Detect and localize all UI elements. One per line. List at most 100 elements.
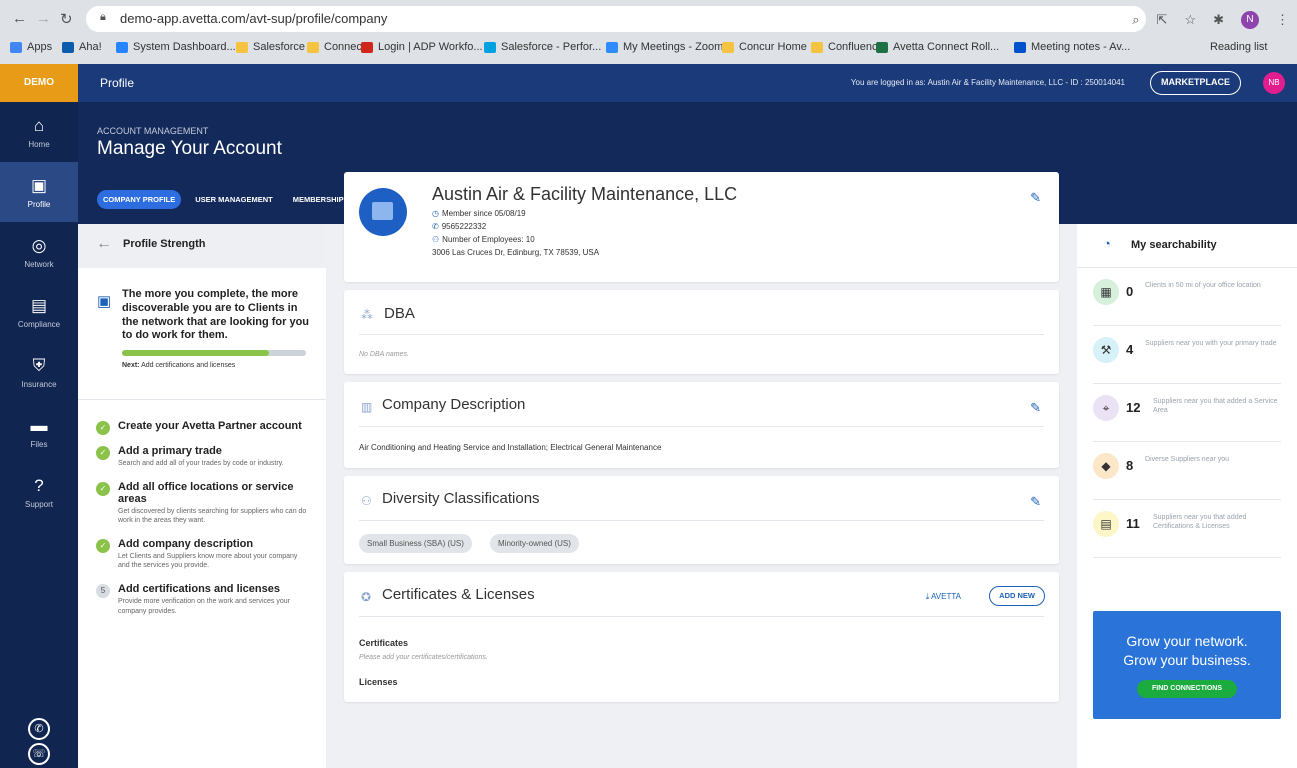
chat-icon[interactable]: ✆ (28, 718, 50, 740)
edit-description-icon[interactable]: ✎ (1030, 400, 1041, 416)
searchability-count: 11 (1126, 516, 1140, 531)
bookmark-item[interactable]: Avetta Connect Roll... (876, 41, 999, 53)
bookmark-item[interactable]: Salesforce (236, 41, 305, 53)
searchability-item[interactable]: ◆ 8 Diverse Suppliers near you (1093, 442, 1281, 500)
searchability-label: Clients in 50 mi of your office location (1145, 282, 1261, 289)
menu-dots-icon[interactable]: ⋮ (1276, 12, 1289, 28)
searchability-item[interactable]: ▤ 11 Suppliers near you that added Certifi… (1093, 500, 1281, 558)
star-icon[interactable]: ☆ (1184, 12, 1196, 28)
promo-line-1: Grow your network. (1126, 633, 1248, 649)
bookmark-item[interactable]: System Dashboard... (116, 41, 236, 53)
network-icon: ◎ (31, 236, 47, 255)
bookmark-item[interactable]: Meeting notes - Av... (1014, 41, 1130, 53)
bookmark-label: Avetta Connect Roll... (893, 41, 1000, 53)
bookmark-label: Meeting notes - Av... (1031, 41, 1131, 53)
bookmark-label: Salesforce - Perfor... (501, 41, 602, 53)
edit-company-icon[interactable]: ✎ (1030, 190, 1041, 206)
share-icon[interactable]: ⇱ (1157, 12, 1168, 28)
diversity-tag: Small Business (SBA) (US) (359, 534, 472, 553)
bookmark-item[interactable]: Apps (10, 41, 52, 53)
divider (359, 334, 1044, 335)
profile-strength-intro: ▣ The more you complete, the more discov… (78, 268, 326, 400)
nav-item-home[interactable]: ⌂ Home (0, 102, 78, 162)
bookmark-icon (116, 41, 128, 53)
bookmark-item[interactable]: Aha! (62, 41, 102, 53)
company-address: 3006 Las Cruces Dr, Edinburg, TX 78539, … (432, 248, 600, 257)
nav-item-network[interactable]: ◎ Network (0, 222, 78, 282)
company-logo (359, 188, 407, 236)
grow-network-promo: Grow your network. Grow your business. F… (1093, 611, 1281, 719)
add-new-button[interactable]: ADD NEW (989, 586, 1045, 606)
diversity-tag: Minority-owned (US) (490, 534, 579, 553)
address-bar[interactable]: 🔒︎ demo-app.avetta.com/avt-sup/profile/c… (86, 6, 1146, 32)
bookmark-item[interactable]: Concur Home (722, 41, 807, 53)
demo-logo[interactable]: DEMO (0, 64, 78, 102)
shield-icon: ⛨ (32, 356, 46, 375)
bookmark-icon (876, 41, 888, 53)
profile-step[interactable]: ✓ Create your Avetta Partner account (96, 420, 310, 435)
diversity-card: ⚇ Diversity Classifications ✎ Small Busi… (344, 476, 1059, 564)
clipboard-icon: ▤ (30, 296, 48, 315)
forward-arrow-icon[interactable]: → (36, 10, 51, 27)
bookmark-item[interactable]: Login | ADP Workfo... (361, 41, 483, 53)
profile-step[interactable]: 5 Add certifications and licenses Provide … (96, 583, 310, 615)
user-avatar[interactable]: NB (1263, 72, 1285, 94)
step-description: Provide more verification on the work an… (118, 598, 290, 615)
searchability-item[interactable]: ⚒ 4 Suppliers near you with your primary t… (1093, 326, 1281, 384)
zoom-icon[interactable]: ⌕ (1132, 12, 1139, 28)
bookmark-label: Aha! (79, 41, 102, 53)
back-arrow-icon[interactable]: ← (96, 235, 112, 253)
logged-in-text: You are logged in as: Austin Air & Facil… (850, 78, 1125, 87)
searchability-item[interactable]: ⌖ 12 Suppliers near you that added a Servi… (1093, 384, 1281, 442)
group-icon: ⚇ (361, 494, 372, 508)
find-connections-button[interactable]: FIND CONNECTIONS (1137, 680, 1237, 698)
nav-item-profile[interactable]: ▣ Profile (0, 162, 78, 222)
profile-strength-header: ← Profile Strength (78, 224, 326, 268)
tab-user-management[interactable]: USER MANAGEMENT (189, 190, 279, 209)
next-step-text: Next: Add certifications and licenses (122, 362, 310, 369)
nav-item-compliance[interactable]: ▤ Compliance (0, 282, 78, 342)
bookmark-icon (1014, 41, 1026, 53)
certificates-heading: Certificates (359, 638, 409, 648)
back-arrow-icon[interactable]: ← (12, 10, 27, 27)
phone-icon[interactable]: ☏ (28, 743, 50, 765)
nav-label: Insurance (21, 380, 57, 389)
top-bar: Profile You are logged in as: Austin Air… (78, 64, 1297, 102)
bookmark-icon (236, 41, 248, 53)
check-icon: ✓ (96, 421, 110, 435)
dba-empty: No DBA names. (359, 351, 409, 358)
download-avetta-link[interactable]: ⤓ AVETTA (926, 592, 961, 602)
tab-company-profile[interactable]: COMPANY PROFILE (97, 190, 182, 209)
bookmark-icon (361, 41, 373, 53)
step-title: Add a primary trade (118, 445, 222, 457)
phone-icon: ✆ (432, 222, 439, 231)
searchability-item[interactable]: ▦ 0 Clients in 50 mi of your office locati… (1093, 268, 1281, 326)
profile-step[interactable]: ✓ Add a primary trade Search and add all o… (96, 445, 310, 468)
reload-icon[interactable]: ↻ (60, 10, 73, 28)
profile-step[interactable]: ✓ Add all office locations or service are… (96, 481, 310, 525)
check-icon: ✓ (96, 539, 110, 554)
searchability-count: 4 (1126, 342, 1134, 357)
divider (359, 426, 1044, 427)
extensions-icon[interactable]: ✱ (1213, 12, 1224, 28)
browser-profile-avatar[interactable]: N (1241, 11, 1259, 29)
profile-step[interactable]: ✓ Add company description Let Clients and … (96, 538, 310, 570)
bookmark-item[interactable]: Confluence (811, 41, 884, 53)
step-description: Search and add all of your trades by cod… (118, 460, 284, 467)
certificates-card: ✪ Certificates & Licenses ⤓ AVETTA ADD N… (344, 572, 1059, 702)
promo-line-2: Grow your business. (1123, 652, 1251, 668)
bookmark-item[interactable]: Salesforce - Perfor... (484, 41, 601, 53)
tab-membership[interactable]: MEMBERSHIP (287, 190, 350, 209)
bookmark-label: Login | ADP Workfo... (378, 41, 483, 53)
url-text: demo-app.avetta.com/avt-sup/profile/comp… (120, 11, 388, 26)
searchability-label: Suppliers near you with your primary tra… (1145, 340, 1277, 347)
next-step-label: Add certifications and licenses (139, 362, 236, 369)
bookmark-item[interactable]: Connect (307, 41, 365, 53)
nav-item-files[interactable]: ▬ Files (0, 402, 78, 462)
reading-list[interactable]: Reading list (1210, 41, 1267, 53)
nav-item-insurance[interactable]: ⛨ Insurance (0, 342, 78, 402)
marketplace-button[interactable]: MARKETPLACE (1150, 71, 1241, 95)
nav-item-support[interactable]: ? Support (0, 462, 78, 522)
edit-diversity-icon[interactable]: ✎ (1030, 494, 1041, 510)
bookmark-item[interactable]: My Meetings - Zoom (606, 41, 723, 53)
